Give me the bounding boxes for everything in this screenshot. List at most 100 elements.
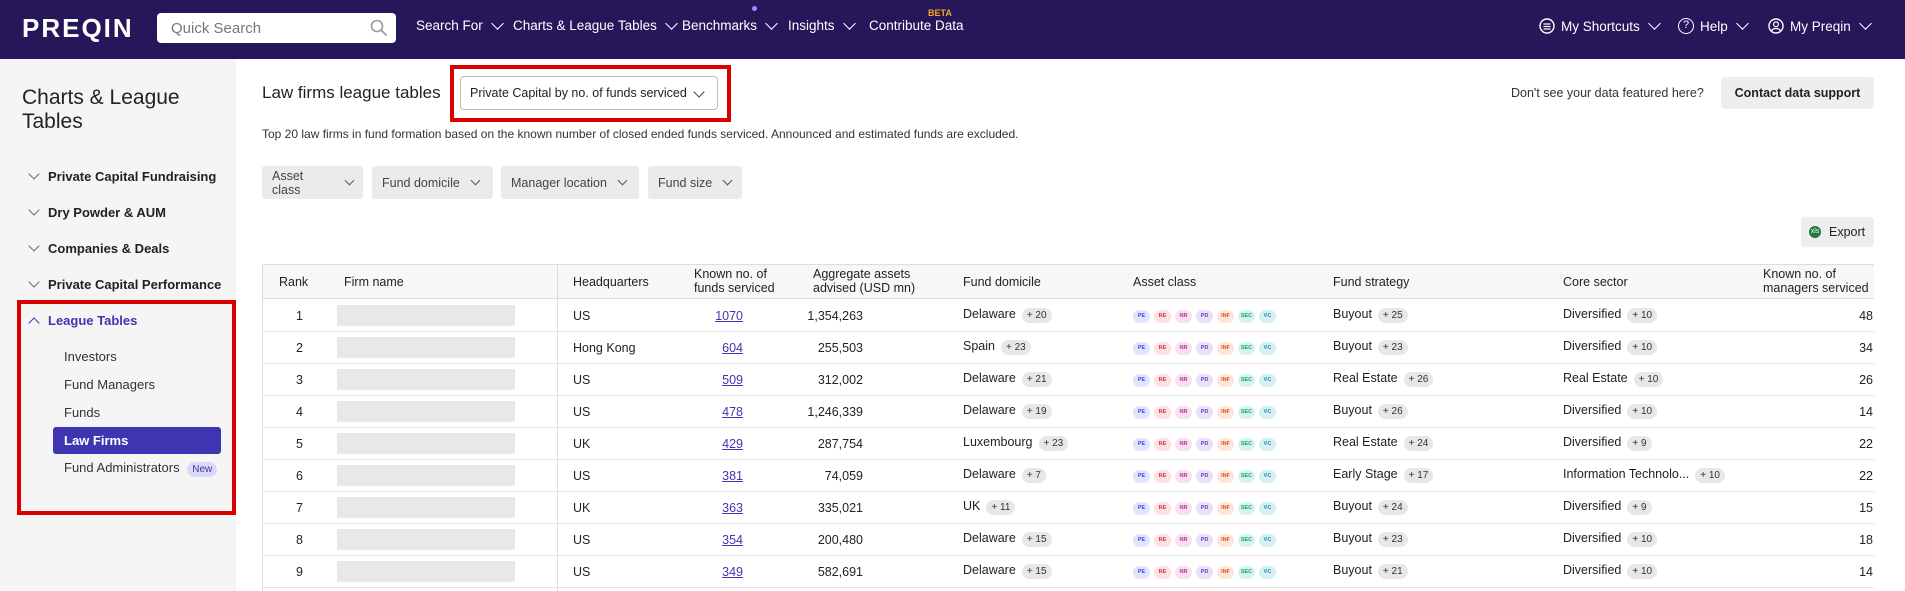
table-row[interactable]: 7 UK 363 335,021 UK + 11 PE RE NR PD INF SEC VC Buyou… [263, 492, 1874, 524]
filter-fund-size[interactable]: Fund size [648, 166, 742, 199]
col-known-managers[interactable]: Known no. of managers serviced [1763, 267, 1869, 295]
filter-asset-class[interactable]: Asset class [262, 166, 363, 199]
col-fund-domicile[interactable]: Fund domicile [963, 275, 1041, 289]
more-badge[interactable]: + 20 [1021, 308, 1052, 323]
quick-search-input[interactable] [157, 13, 396, 43]
asset-chip-inf: INF [1217, 342, 1234, 355]
table-row[interactable]: 5 UK 429 287,754 Luxembourg + 23 PE RE NR PD INF SE… [263, 428, 1874, 460]
filter-manager-location[interactable]: Manager location [501, 166, 639, 199]
asset-chip-vc: VC [1259, 502, 1276, 515]
more-badge[interactable]: + 21 [1021, 372, 1052, 387]
aum-cell: 312,002 [817, 373, 863, 387]
more-badge[interactable]: + 23 [1377, 340, 1408, 355]
sidebar-item-dry-powder-aum[interactable]: Dry Powder & AUM [28, 204, 166, 220]
table-row[interactable]: 6 US 381 74,059 Delaware + 7 PE RE NR PD INF SEC VC E… [263, 460, 1874, 492]
more-badge[interactable]: + 10 [1633, 372, 1664, 387]
col-core-sector[interactable]: Core sector [1563, 275, 1628, 289]
filter-fund-domicile[interactable]: Fund domicile [372, 166, 493, 199]
table-row[interactable]: 8 US 354 200,480 Delaware + 15 PE RE NR PD INF SEC V… [263, 524, 1874, 556]
funds-link[interactable]: 604 [722, 341, 743, 355]
col-asset-class[interactable]: Asset class [1133, 275, 1196, 289]
nav-charts-league-tables[interactable]: Charts & League Tables [513, 16, 678, 33]
asset-chip-pd: PD [1196, 438, 1213, 451]
more-badge[interactable]: + 24 [1377, 500, 1408, 515]
nav-benchmarks[interactable]: Benchmarks [682, 16, 778, 33]
funds-link[interactable]: 349 [722, 565, 743, 579]
table-row[interactable]: 4 US 478 1,246,339 Delaware + 19 PE RE NR PD INF SE… [263, 396, 1874, 428]
firm-name-redacted [337, 497, 515, 518]
sector-cell: Diversified + 10 [1563, 339, 1658, 355]
funds-link[interactable]: 1070 [715, 309, 743, 323]
nav-insights[interactable]: Insights [788, 16, 856, 33]
more-badge[interactable]: + 25 [1377, 308, 1408, 323]
search-icon[interactable] [370, 19, 388, 37]
more-badge[interactable]: + 26 [1403, 372, 1434, 387]
more-badge[interactable]: + 26 [1377, 404, 1408, 419]
col-aggregate-assets[interactable]: Aggregate assets advised (USD mn) [813, 267, 915, 295]
more-badge[interactable]: + 10 [1627, 564, 1658, 579]
more-badge[interactable]: + 10 [1627, 340, 1658, 355]
chevron-down-icon [28, 204, 40, 216]
funds-link[interactable]: 381 [722, 469, 743, 483]
rank-cell: 1 [296, 309, 303, 323]
more-badge[interactable]: + 21 [1377, 564, 1408, 579]
preqin-logo[interactable]: PREQIN [22, 13, 134, 44]
funds-link[interactable]: 478 [722, 405, 743, 419]
asset-chip-sec: SEC [1238, 310, 1255, 323]
more-badge[interactable]: + 10 [1627, 532, 1658, 547]
more-badge[interactable]: + 23 [1000, 340, 1031, 355]
more-badge[interactable]: + 10 [1627, 404, 1658, 419]
more-badge[interactable]: + 10 [1695, 468, 1725, 483]
sidebar-item-companies-deals[interactable]: Companies & Deals [28, 240, 169, 256]
nav-my-preqin[interactable]: My Preqin [1768, 17, 1872, 34]
funds-link[interactable]: 509 [722, 373, 743, 387]
no-data-prompt: Don't see your data featured here? [1511, 86, 1704, 100]
asset-chip-pe: PE [1133, 374, 1150, 387]
funds-cell: 509 [623, 373, 743, 387]
more-badge[interactable]: + 15 [1021, 532, 1052, 547]
sidebar-item-private-capital-fundraising[interactable]: Private Capital Fundraising [28, 168, 216, 184]
asset-chip-inf: INF [1217, 374, 1234, 387]
col-known-funds[interactable]: Known no. of funds serviced [694, 267, 775, 295]
table-row[interactable]: 9 US 349 582,691 Delaware + 15 PE RE NR PD INF SEC V… [263, 556, 1874, 588]
nav-contribute-data[interactable]: Contribute Data [869, 18, 964, 33]
more-badge[interactable]: + 23 [1038, 436, 1069, 451]
more-badge[interactable]: + 11 [986, 500, 1016, 515]
table-row[interactable]: 2 Hong Kong 604 255,503 Spain + 23 PE RE NR PD INF… [263, 332, 1874, 364]
table-row[interactable]: 3 US 509 312,002 Delaware + 21 PE RE NR PD INF SEC V… [263, 364, 1874, 396]
nav-search-for[interactable]: Search For [416, 16, 504, 33]
more-badge[interactable]: + 7 [1021, 468, 1046, 483]
contact-data-support-button[interactable]: Contact data support [1721, 77, 1874, 109]
help-icon: ? [1678, 18, 1694, 34]
strategy-cell: Buyout + 23 [1333, 531, 1408, 547]
nav-my-shortcuts[interactable]: My Shortcuts [1539, 17, 1661, 34]
funds-link[interactable]: 354 [722, 533, 743, 547]
asset-chip-pd: PD [1196, 566, 1213, 579]
col-headquarters[interactable]: Headquarters [573, 275, 649, 289]
funds-link[interactable]: 363 [722, 501, 743, 515]
domicile-label: Delaware [963, 403, 1016, 417]
asset-chip-pe: PE [1133, 502, 1150, 515]
more-badge[interactable]: + 23 [1377, 532, 1408, 547]
rank-cell: 2 [296, 341, 303, 355]
sidebar-item-private-capital-performance[interactable]: Private Capital Performance [28, 276, 221, 292]
asset-chip-sec: SEC [1238, 374, 1255, 387]
export-button[interactable]: xls Export [1801, 217, 1874, 247]
sector-cell: Diversified + 10 [1563, 403, 1658, 419]
col-rank[interactable]: Rank [279, 275, 308, 289]
table-row[interactable]: 1 US 1070 1,354,263 Delaware + 20 PE RE NR PD INF S… [263, 300, 1874, 332]
funds-link[interactable]: 429 [722, 437, 743, 451]
more-badge[interactable]: + 19 [1021, 404, 1052, 419]
league-table-selector[interactable]: Private Capital by no. of funds serviced [460, 76, 718, 110]
col-fund-strategy[interactable]: Fund strategy [1333, 275, 1409, 289]
nav-help[interactable]: ? Help [1678, 17, 1749, 34]
more-badge[interactable]: + 10 [1627, 308, 1658, 323]
more-badge[interactable]: + 9 [1627, 500, 1652, 515]
more-badge[interactable]: + 9 [1627, 436, 1652, 451]
col-firm-name[interactable]: Firm name [344, 275, 404, 289]
more-badge[interactable]: + 15 [1021, 564, 1052, 579]
more-badge[interactable]: + 17 [1403, 468, 1434, 483]
asset-chip-inf: INF [1217, 502, 1234, 515]
asset-chip-pe: PE [1133, 566, 1150, 579]
more-badge[interactable]: + 24 [1403, 436, 1434, 451]
